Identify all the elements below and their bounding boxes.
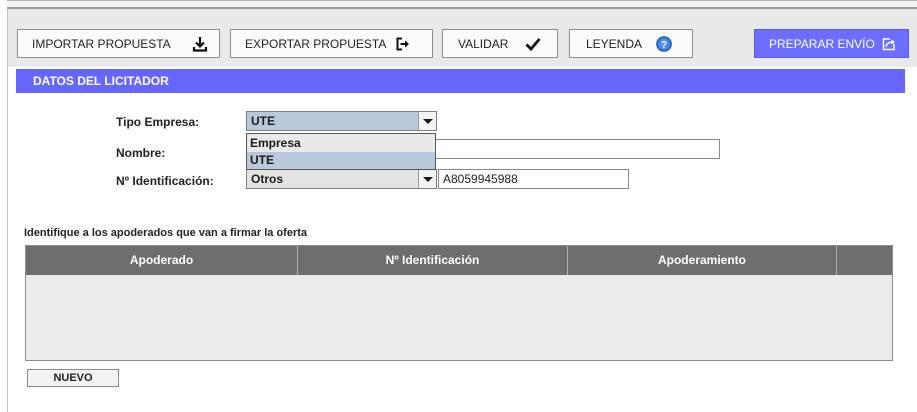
svg-text:?: ? <box>661 40 667 51</box>
column-header-identificacion[interactable]: Nº Identificación <box>298 246 568 275</box>
identificacion-label: Nº Identificación: <box>116 174 214 188</box>
export-proposal-label: EXPORTAR PROPUESTA <box>245 36 387 51</box>
checkmark-icon <box>525 38 541 52</box>
nombre-label: Nombre: <box>116 146 166 160</box>
dropdown-option-empresa[interactable]: Empresa <box>247 135 435 152</box>
validate-label: VALIDAR <box>458 36 509 51</box>
window-left-border <box>7 9 8 412</box>
export-icon <box>396 37 409 51</box>
export-proposal-button[interactable]: EXPORTAR PROPUESTA <box>230 29 433 58</box>
chevron-down-icon[interactable] <box>418 112 436 130</box>
help-icon: ? <box>656 36 672 52</box>
prepare-send-button[interactable]: PREPARAR ENVÍO <box>754 29 909 58</box>
tipo-empresa-label: Tipo Empresa: <box>116 115 200 129</box>
tipo-empresa-value: UTE <box>251 114 275 128</box>
send-icon <box>882 38 895 51</box>
apoderados-table: Apoderado Nº Identificación Apoderamient… <box>25 245 893 361</box>
validate-button[interactable]: VALIDAR <box>442 29 558 58</box>
section-header: DATOS DEL LICITADOR <box>16 69 905 93</box>
import-proposal-button[interactable]: IMPORTAR PROPUESTA <box>17 29 220 58</box>
chevron-down-icon[interactable] <box>418 170 436 188</box>
apoderados-caption: Identifique a los apoderados que van a f… <box>24 227 308 239</box>
dropdown-option-ute[interactable]: UTE <box>247 152 435 169</box>
download-icon <box>192 37 208 52</box>
add-apoderado-button[interactable]: NUEVO <box>27 369 119 387</box>
identificacion-number-field[interactable]: A8059945988 <box>438 169 629 189</box>
window-top-border <box>7 0 917 9</box>
prepare-send-label: PREPARAR ENVÍO <box>769 36 875 51</box>
tipo-empresa-select[interactable]: UTE <box>246 111 437 131</box>
identificacion-type-value: Otros <box>251 172 284 186</box>
identificacion-type-select[interactable]: Otros <box>246 169 437 189</box>
legend-button[interactable]: LEYENDA ? <box>569 29 693 58</box>
column-header-extra[interactable] <box>837 246 892 275</box>
legend-label: LEYENDA <box>586 36 643 51</box>
import-proposal-label: IMPORTAR PROPUESTA <box>32 36 171 51</box>
column-header-apoderamiento[interactable]: Apoderamiento <box>568 246 837 275</box>
table-header: Apoderado Nº Identificación Apoderamient… <box>26 246 892 275</box>
column-header-apoderado[interactable]: Apoderado <box>26 246 298 275</box>
tipo-empresa-dropdown: Empresa UTE <box>246 133 436 170</box>
toolbar: IMPORTAR PROPUESTA EXPORTAR PROPUESTA VA… <box>8 9 917 67</box>
